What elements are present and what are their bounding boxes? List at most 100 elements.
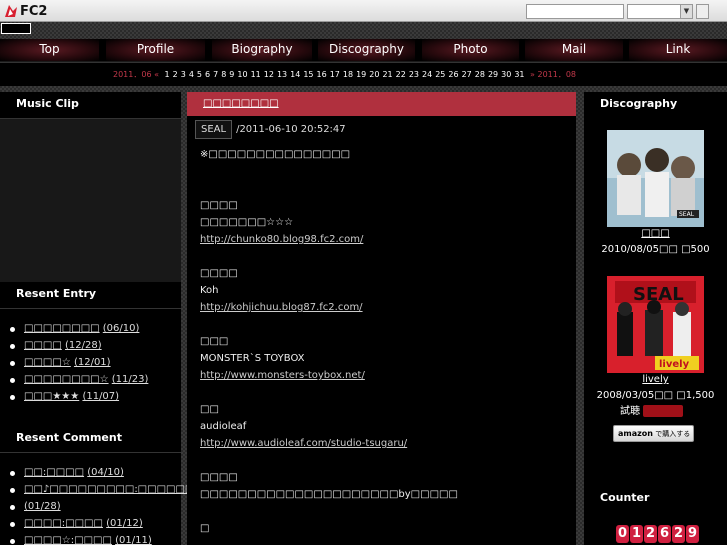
calendar-day[interactable]: 22 — [396, 70, 406, 79]
calendar-day[interactable]: 21 — [382, 70, 392, 79]
entry-text: □□□ — [200, 336, 229, 347]
list-item[interactable]: □□□□☆ (12/01) — [9, 354, 148, 371]
calendar-day[interactable]: 27 — [462, 70, 472, 79]
list-item[interactable]: □□♪□□□□□□□□□:□□□□□□□□ — [9, 481, 213, 498]
discography-heading: Discography — [584, 92, 727, 119]
calendar-day[interactable]: 15 — [303, 70, 313, 79]
list-item[interactable]: □□□□□□□□☆ (11/23) — [9, 371, 148, 388]
calendar-day[interactable]: 6 — [205, 70, 210, 79]
calendar-day[interactable]: 19 — [356, 70, 366, 79]
entry-text-line — [200, 503, 570, 520]
nav-biography[interactable]: Biography — [212, 39, 312, 61]
main-content: □□□□□□□□ SEAL/2011-06-10 20:52:47 ※□□□□□… — [187, 92, 576, 545]
calendar-day[interactable]: 31 — [514, 70, 524, 79]
disc2-title-link[interactable]: lively — [642, 374, 668, 385]
calendar-prev-month[interactable]: 2011．06 « — [113, 70, 159, 79]
calendar-day[interactable]: 3 — [181, 70, 186, 79]
calendar-day[interactable]: 26 — [448, 70, 458, 79]
nav-top[interactable]: Top — [0, 39, 99, 61]
entry-link[interactable]: □□□□□□□□ — [24, 323, 100, 334]
external-link[interactable]: http://kohjichuu.blog87.fc2.com/ — [200, 302, 363, 313]
nav-discography[interactable]: Discography — [318, 39, 415, 61]
list-item[interactable]: □□□□☆:□□□□ (01/11) — [9, 532, 213, 545]
nav-photo[interactable]: Photo — [422, 39, 519, 61]
fc2-search-input[interactable] — [526, 4, 624, 19]
fc2-logo[interactable]: FC2 — [4, 3, 47, 19]
calendar-day[interactable]: 1 — [165, 70, 170, 79]
calendar-day[interactable]: 30 — [501, 70, 511, 79]
blog-title-box[interactable] — [1, 23, 31, 34]
fc2-logo-icon — [4, 4, 18, 18]
calendar-day[interactable]: 29 — [488, 70, 498, 79]
entry-text-line: □□□□ — [200, 469, 570, 486]
nav-link[interactable]: Link — [629, 39, 727, 61]
entry-text-line: Koh — [200, 282, 570, 299]
external-link[interactable]: http://chunko80.blog98.fc2.com/ — [200, 234, 363, 245]
disc2-cover-image[interactable]: SEAL lively — [607, 276, 704, 373]
entry-title[interactable]: □□□□□□□□ — [187, 92, 576, 116]
chevron-down-icon: ▼ — [680, 5, 692, 18]
nav-profile[interactable]: Profile — [106, 39, 205, 61]
disc1-title-link[interactable]: □□□ — [641, 228, 669, 239]
category-badge[interactable]: SEAL — [195, 120, 233, 139]
entry-link[interactable]: □□□□□□□□☆ — [24, 374, 109, 385]
entry-body: ※□□□□□□□□□□□□□□□ □□□□ □□□□□□□☆☆☆ http://chu… — [200, 146, 570, 537]
list-item[interactable]: □□□★★★ (11/07) — [9, 388, 148, 405]
calendar-day[interactable]: 16 — [317, 70, 327, 79]
calendar-day[interactable]: 12 — [264, 70, 274, 79]
calendar-day[interactable]: 25 — [435, 70, 445, 79]
entry-text: □□ — [200, 404, 219, 415]
calendar-bar: 2011．06 « 1 2 3 4 5 6 7 8 9 10 11 12 13 14 15 16 17 18 19 2… — [0, 62, 727, 86]
preview-player[interactable] — [643, 405, 684, 417]
calendar-day[interactable]: 4 — [189, 70, 194, 79]
calendar-day[interactable]: 7 — [213, 70, 218, 79]
entry-link-line: http://kohjichuu.blog87.fc2.com/ — [200, 299, 570, 316]
entry-link[interactable]: □□□□ — [24, 340, 62, 351]
fc2-search-button[interactable] — [696, 4, 709, 19]
entry-link[interactable]: □□□□☆ — [24, 357, 71, 368]
entry-text-line — [200, 163, 570, 180]
calendar-day[interactable]: 14 — [290, 70, 300, 79]
entry-text-line: □□□□ — [200, 265, 570, 282]
top-pattern-strip — [0, 22, 727, 39]
calendar-next-month[interactable]: » 2011．08 — [530, 70, 576, 79]
entry-text-line: □□ — [200, 401, 570, 418]
disc1-title[interactable]: □□□ — [584, 226, 727, 242]
calendar-day[interactable]: 28 — [475, 70, 485, 79]
right-sidebar: Discography SEAL □□□ 2010/08/05□□ □500 S… — [584, 92, 727, 545]
comment-link[interactable]: □□:□□□□ — [24, 467, 84, 478]
nav-mail[interactable]: Mail — [525, 39, 623, 61]
amazon-buy-button[interactable]: amazon で購入する — [613, 425, 694, 442]
comment-link[interactable]: □□♪□□□□□□□□□:□□□□□□□□ — [24, 484, 213, 495]
disc2-title[interactable]: lively — [584, 372, 727, 388]
calendar-day[interactable]: 18 — [343, 70, 353, 79]
calendar-day[interactable]: 2 — [173, 70, 178, 79]
comment-link[interactable]: □□□□:□□□□ — [24, 518, 103, 529]
calendar-day[interactable]: 13 — [277, 70, 287, 79]
calendar-day[interactable]: 17 — [330, 70, 340, 79]
disc1-cover-image[interactable]: SEAL — [607, 130, 704, 227]
comment-date: (01/12) — [106, 518, 143, 529]
entry-text-line: MONSTER`S TOYBOX — [200, 350, 570, 367]
recent-comment-list: □□:□□□□ (04/10) □□♪□□□□□□□□□:□□□□□□□□ (0… — [9, 464, 213, 545]
entry-text-line: □□□□ — [200, 197, 570, 214]
list-item[interactable]: □□□□ (12/28) — [9, 337, 148, 354]
calendar-day[interactable]: 11 — [251, 70, 261, 79]
calendar-day[interactable]: 5 — [197, 70, 202, 79]
calendar-day[interactable]: 8 — [221, 70, 226, 79]
list-item[interactable]: □□□□□□□□ (06/10) — [9, 320, 148, 337]
entry-text-line — [200, 316, 570, 333]
calendar-day[interactable]: 23 — [409, 70, 419, 79]
list-item[interactable]: □□:□□□□ (04/10) — [9, 464, 213, 481]
calendar-day[interactable]: 20 — [369, 70, 379, 79]
fc2-search-select[interactable]: ▼ — [627, 4, 693, 19]
list-item[interactable]: □□□□:□□□□ (01/12) — [9, 515, 213, 532]
calendar-day[interactable]: 24 — [422, 70, 432, 79]
external-link[interactable]: http://www.monsters-toybox.net/ — [200, 370, 365, 381]
entry-link[interactable]: □□□★★★ — [24, 391, 79, 402]
disc1-cover-text: SEAL — [679, 211, 695, 218]
calendar-day[interactable]: 10 — [237, 70, 247, 79]
calendar-day[interactable]: 9 — [229, 70, 234, 79]
comment-link[interactable]: □□□□☆:□□□□ — [24, 535, 112, 545]
external-link[interactable]: http://www.audioleaf.com/studio-tsugaru/ — [200, 438, 407, 449]
